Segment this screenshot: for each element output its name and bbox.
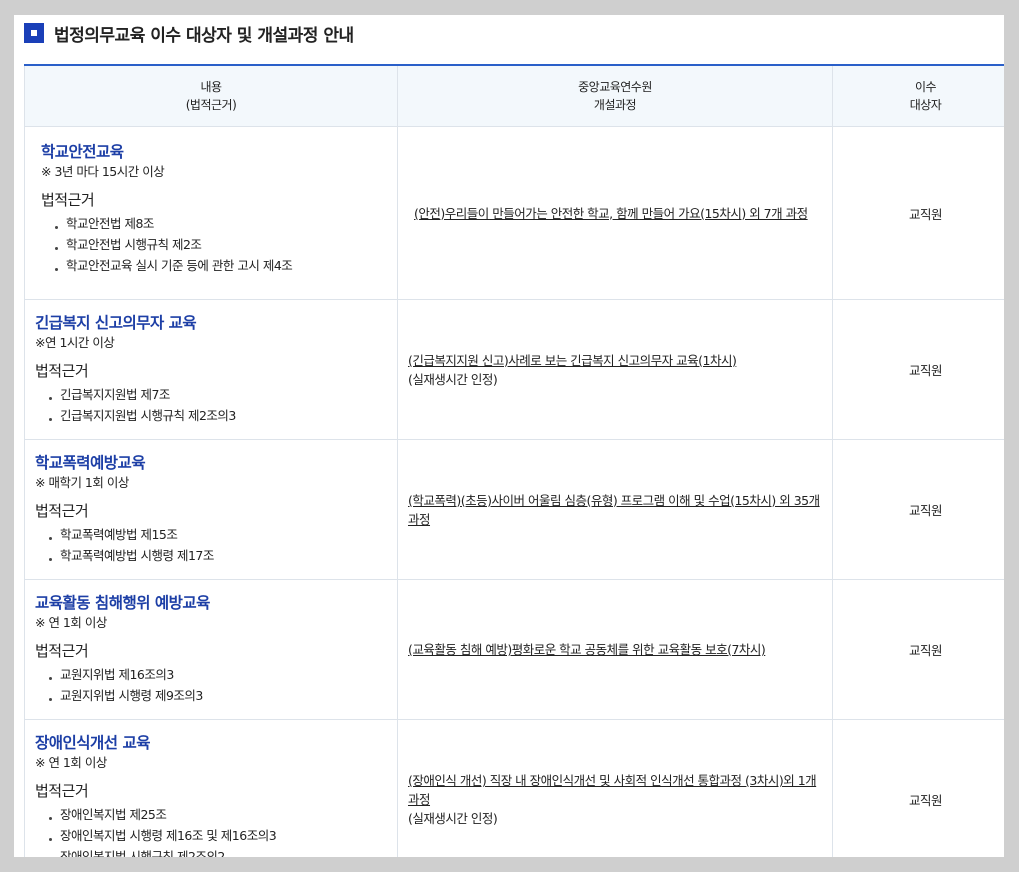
training-name: 교육활동 침해행위 예방교육 bbox=[35, 594, 210, 612]
training-requirement: ※ 연 1회 이상 bbox=[35, 755, 107, 770]
legal-basis-label: 법적근거 bbox=[35, 642, 89, 660]
table-header-row: 내용 (법적근거) 중앙교육연수원 개설과정 이수 대상자 bbox=[24, 65, 1004, 127]
header-content: 내용 (법적근거) bbox=[24, 65, 398, 127]
target-cell: 교직원 bbox=[832, 299, 1004, 440]
legal-basis-label: 법적근거 bbox=[35, 362, 89, 380]
mandatory-training-table: 내용 (법적근거) 중앙교육연수원 개설과정 이수 대상자 학교안전교육 ※ 3… bbox=[24, 64, 1004, 857]
legal-basis-list: 교원지위법 제16조의3 교원지위법 시행령 제9조의3 bbox=[35, 664, 387, 706]
course-cell: (교육활동 침해 예방)평화로운 학교 공동체를 위한 교육활동 보호(7차시) bbox=[397, 579, 833, 720]
legal-basis-list: 긴급복지지원법 제7조 긴급복지지원법 시행규칙 제2조의3 bbox=[35, 384, 387, 426]
legal-basis-item: 장애인복지법 제25조 bbox=[49, 804, 387, 825]
course-note: (실재생시간 인정) bbox=[408, 371, 498, 387]
legal-basis-label: 법적근거 bbox=[35, 782, 89, 800]
table-row: 학교안전교육 ※ 3년 마다 15시간 이상 법적근거 학교안전법 제8조 학교… bbox=[24, 126, 1004, 300]
table-row: 긴급복지 신고의무자 교육 ※연 1시간 이상 법적근거 긴급복지지원법 제7조… bbox=[24, 299, 1004, 440]
training-name: 학교폭력예방교육 bbox=[35, 454, 146, 472]
target-cell: 교직원 bbox=[832, 719, 1004, 857]
training-requirement: ※ 연 1회 이상 bbox=[35, 615, 107, 630]
legal-basis-item: 장애인복지법 시행규칙 제2조의2 bbox=[49, 846, 387, 857]
table-row: 교육활동 침해행위 예방교육 ※ 연 1회 이상 법적근거 교원지위법 제16조… bbox=[24, 579, 1004, 720]
legal-basis-item: 긴급복지지원법 시행규칙 제2조의3 bbox=[49, 405, 387, 426]
content-panel: 법정의무교육 이수 대상자 및 개설과정 안내 내용 (법적근거) 중앙교육연수… bbox=[14, 15, 1004, 857]
legal-basis-item: 학교안전법 시행규칙 제2조 bbox=[55, 234, 387, 255]
course-link[interactable]: (안전)우리들이 만들어가는 안전한 학교, 함께 만들어 가요(15차시) 외… bbox=[414, 206, 808, 221]
target-cell: 교직원 bbox=[832, 126, 1004, 300]
legal-basis-item: 학교안전법 제8조 bbox=[55, 213, 387, 234]
training-name: 긴급복지 신고의무자 교육 bbox=[35, 314, 197, 332]
course-link[interactable]: (긴급복지지원 신고)사례로 보는 긴급복지 신고의무자 교육(1차시) bbox=[408, 353, 737, 368]
legal-basis-item: 학교안전교육 실시 기준 등에 관한 고시 제4조 bbox=[55, 255, 387, 276]
header-course: 중앙교육연수원 개설과정 bbox=[397, 65, 833, 127]
content-cell: 장애인식개선 교육 ※ 연 1회 이상 법적근거 장애인복지법 제25조 장애인… bbox=[24, 719, 398, 857]
course-note: (실재생시간 인정) bbox=[408, 811, 498, 826]
table-row: 장애인식개선 교육 ※ 연 1회 이상 법적근거 장애인복지법 제25조 장애인… bbox=[24, 719, 1004, 857]
content-cell: 학교폭력예방교육 ※ 매학기 1회 이상 법적근거 학교폭력예방법 제15조 학… bbox=[24, 439, 398, 580]
training-requirement: ※ 매학기 1회 이상 bbox=[35, 475, 129, 490]
section-header: 법정의무교육 이수 대상자 및 개설과정 안내 bbox=[24, 21, 354, 46]
header-target: 이수 대상자 bbox=[832, 65, 1004, 127]
legal-basis-item: 긴급복지지원법 제7조 bbox=[49, 384, 387, 405]
legal-basis-item: 교원지위법 시행령 제9조의3 bbox=[49, 685, 387, 706]
legal-basis-label: 법적근거 bbox=[41, 191, 95, 209]
legal-basis-item: 교원지위법 제16조의3 bbox=[49, 664, 387, 685]
training-name: 학교안전교육 bbox=[41, 143, 124, 161]
legal-basis-list: 학교안전법 제8조 학교안전법 시행규칙 제2조 학교안전교육 실시 기준 등에… bbox=[41, 213, 387, 276]
course-cell: (안전)우리들이 만들어가는 안전한 학교, 함께 만들어 가요(15차시) 외… bbox=[397, 126, 833, 300]
content-cell: 교육활동 침해행위 예방교육 ※ 연 1회 이상 법적근거 교원지위법 제16조… bbox=[24, 579, 398, 720]
target-cell: 교직원 bbox=[832, 439, 1004, 580]
square-bullet-icon bbox=[24, 23, 44, 43]
legal-basis-item: 장애인복지법 시행령 제16조 및 제16조의3 bbox=[49, 825, 387, 846]
legal-basis-label: 법적근거 bbox=[35, 502, 89, 520]
table-row: 학교폭력예방교육 ※ 매학기 1회 이상 법적근거 학교폭력예방법 제15조 학… bbox=[24, 439, 1004, 580]
training-requirement: ※연 1시간 이상 bbox=[35, 335, 115, 350]
target-cell: 교직원 bbox=[832, 579, 1004, 720]
content-cell: 긴급복지 신고의무자 교육 ※연 1시간 이상 법적근거 긴급복지지원법 제7조… bbox=[24, 299, 398, 440]
course-link[interactable]: (학교폭력)(초등)사이버 어울림 심층(유형) 프로그램 이해 및 수업(15… bbox=[408, 493, 820, 527]
training-requirement: ※ 3년 마다 15시간 이상 bbox=[41, 164, 165, 179]
training-name: 장애인식개선 교육 bbox=[35, 734, 150, 752]
legal-basis-list: 장애인복지법 제25조 장애인복지법 시행령 제16조 및 제16조의3 장애인… bbox=[35, 804, 387, 857]
course-cell: (장애인식 개선) 직장 내 장애인식개선 및 사회적 인식개선 통합과정 (3… bbox=[397, 719, 833, 857]
legal-basis-item: 학교폭력예방법 시행령 제17조 bbox=[49, 545, 387, 566]
legal-basis-list: 학교폭력예방법 제15조 학교폭력예방법 시행령 제17조 bbox=[35, 524, 387, 566]
course-cell: (긴급복지지원 신고)사례로 보는 긴급복지 신고의무자 교육(1차시) (실재… bbox=[397, 299, 833, 440]
page-title: 법정의무교육 이수 대상자 및 개설과정 안내 bbox=[54, 25, 354, 46]
course-link[interactable]: (장애인식 개선) 직장 내 장애인식개선 및 사회적 인식개선 통합과정 (3… bbox=[408, 773, 817, 807]
legal-basis-item: 학교폭력예방법 제15조 bbox=[49, 524, 387, 545]
content-cell: 학교안전교육 ※ 3년 마다 15시간 이상 법적근거 학교안전법 제8조 학교… bbox=[24, 126, 398, 300]
course-link[interactable]: (교육활동 침해 예방)평화로운 학교 공동체를 위한 교육활동 보호(7차시) bbox=[408, 642, 766, 657]
course-cell: (학교폭력)(초등)사이버 어울림 심층(유형) 프로그램 이해 및 수업(15… bbox=[397, 439, 833, 580]
